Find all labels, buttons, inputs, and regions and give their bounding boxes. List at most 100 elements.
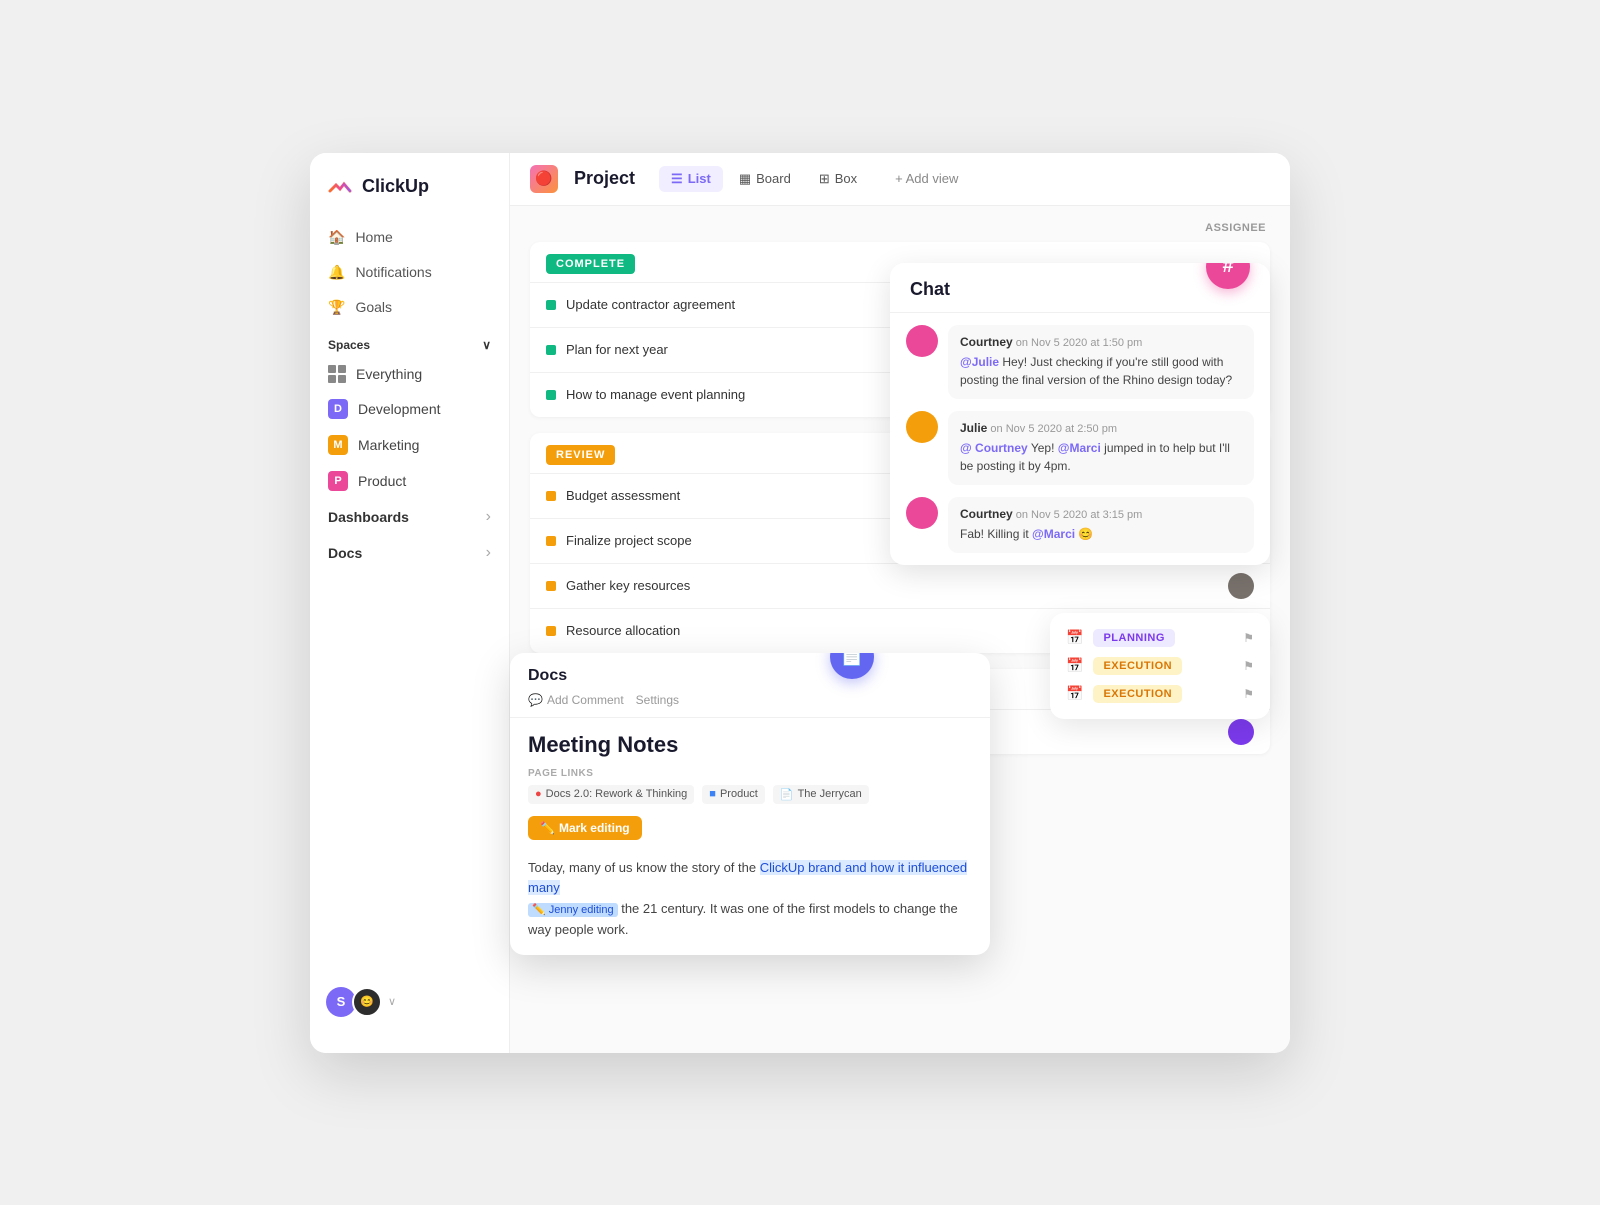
spaces-chevron-icon[interactable]: ∨ — [482, 338, 491, 352]
product-badge: P — [328, 471, 348, 491]
box-icon: ⊞ — [819, 171, 830, 187]
mark-editing-button[interactable]: ✏️ Mark editing — [528, 816, 642, 840]
task-status-dot — [546, 536, 556, 546]
doc-text: Today, many of us know the story of the … — [528, 858, 972, 941]
sidebar-item-docs[interactable]: Docs › — [318, 536, 501, 570]
topbar: 🔴 Project ☰ List ▦ Board ⊞ Box + Add vie… — [510, 153, 1290, 206]
list-item: 📅 PLANNING ⚑ — [1066, 629, 1254, 647]
page-link-jerrycan[interactable]: 📄 The Jerrycan — [773, 785, 869, 804]
logo-area: ClickUp — [310, 173, 509, 221]
project-title: Project — [574, 168, 635, 189]
task-meta — [1228, 573, 1254, 599]
jenny-editing-badge: ✏️ Jenny editing — [528, 903, 618, 917]
flag-icon: ⚑ — [1243, 687, 1254, 701]
add-comment-button[interactable]: 💬 Add Comment — [528, 693, 624, 707]
chat-text: Fab! Killing it @Marci 😊 — [960, 525, 1242, 543]
chat-text: @ Courtney Yep! @Marci jumped in to help… — [960, 439, 1242, 475]
sprint-badge: EXECUTION — [1093, 657, 1182, 675]
docs-header: Docs 💬 Add Comment Settings — [510, 653, 990, 718]
list-item: Courtney on Nov 5 2020 at 3:15 pm Fab! K… — [906, 497, 1254, 553]
home-icon: 🏠 — [328, 229, 345, 246]
avatar — [1228, 719, 1254, 745]
flag-icon: ⚑ — [1243, 659, 1254, 673]
list-item: Julie on Nov 5 2020 at 2:50 pm @ Courtne… — [906, 411, 1254, 485]
pencil-icon: ✏️ — [540, 821, 555, 835]
chat-meta: Courtney on Nov 5 2020 at 1:50 pm — [960, 335, 1242, 349]
task-status-dot — [546, 345, 556, 355]
sidebar-item-product[interactable]: P Product — [318, 464, 501, 498]
document-icon: 📄 — [841, 653, 863, 668]
user-avatar-dark[interactable]: 😊 — [352, 987, 382, 1017]
calendar-icon: 📅 — [1066, 685, 1083, 702]
sidebar-item-goals[interactable]: 🏆 Goals — [318, 291, 501, 324]
meeting-notes-title: Meeting Notes — [528, 732, 972, 758]
chat-avatar — [906, 325, 938, 357]
chat-bubble: Julie on Nov 5 2020 at 2:50 pm @ Courtne… — [948, 411, 1254, 485]
app-name: ClickUp — [362, 176, 429, 197]
sprint-badge: PLANNING — [1093, 629, 1174, 647]
chat-meta: Julie on Nov 5 2020 at 2:50 pm — [960, 421, 1242, 435]
docs-title: Docs — [528, 667, 567, 685]
spaces-header: Spaces ∨ — [310, 326, 509, 358]
sidebar-item-dashboards[interactable]: Dashboards › — [318, 500, 501, 534]
table-row[interactable]: Gather key resources — [530, 563, 1270, 608]
page-link-docs[interactable]: ● Docs 2.0: Rework & Thinking — [528, 785, 694, 804]
complete-label: COMPLETE — [546, 254, 635, 274]
clickup-logo-icon — [326, 173, 354, 201]
calendar-icon: 📅 — [1066, 629, 1083, 646]
task-status-dot — [546, 491, 556, 501]
avatar — [1228, 573, 1254, 599]
project-icon: 🔴 — [530, 165, 558, 193]
chat-bubble: Courtney on Nov 5 2020 at 3:15 pm Fab! K… — [948, 497, 1254, 553]
tab-list[interactable]: ☰ List — [659, 166, 723, 192]
calendar-icon: 📅 — [1066, 657, 1083, 674]
task-status-dot — [546, 626, 556, 636]
sidebar-item-everything[interactable]: Everything — [318, 358, 501, 390]
sidebar-footer: S 😊 ∨ — [310, 971, 509, 1033]
docs-panel: 📄 Docs 💬 Add Comment Settings Meetin — [510, 653, 990, 955]
task-status-dot — [546, 390, 556, 400]
sidebar-item-home[interactable]: 🏠 Home — [318, 221, 501, 254]
comment-icon: 💬 — [528, 693, 543, 707]
flag-icon: ⚑ — [1243, 631, 1254, 645]
page-link-product[interactable]: ■ Product — [702, 785, 765, 804]
task-status-dot — [546, 581, 556, 591]
sprint-panel: 📅 PLANNING ⚑ 📅 EXECUTION ⚑ 📅 EXECUTION ⚑ — [1050, 613, 1270, 719]
add-view-button[interactable]: + Add view — [885, 166, 968, 191]
tab-box[interactable]: ⊞ Box — [807, 166, 869, 192]
development-badge: D — [328, 399, 348, 419]
assignee-header: ASSIGNEE — [530, 222, 1270, 234]
app-container: ClickUp 🏠 Home 🔔 Notifications 🏆 Goals S… — [310, 153, 1290, 1053]
settings-button[interactable]: Settings — [636, 693, 679, 707]
grid-icon — [328, 365, 346, 383]
chat-panel: # Chat Courtney on Nov 5 2020 at 1:50 pm… — [890, 263, 1270, 565]
sidebar: ClickUp 🏠 Home 🔔 Notifications 🏆 Goals S… — [310, 153, 510, 1053]
docs-actions: 💬 Add Comment Settings — [528, 693, 972, 707]
list-item: Courtney on Nov 5 2020 at 1:50 pm @Julie… — [906, 325, 1254, 399]
tab-board[interactable]: ▦ Board — [727, 166, 803, 192]
sidebar-navigation: 🏠 Home 🔔 Notifications 🏆 Goals — [310, 221, 509, 326]
link-dot-icon: ■ — [709, 788, 716, 800]
dashboards-chevron-icon: › — [486, 508, 491, 526]
view-tabs: ☰ List ▦ Board ⊞ Box — [659, 166, 869, 192]
user-menu-chevron[interactable]: ∨ — [388, 995, 396, 1008]
board-icon: ▦ — [739, 171, 751, 187]
task-meta — [1228, 719, 1254, 745]
chat-meta: Courtney on Nov 5 2020 at 3:15 pm — [960, 507, 1242, 521]
chat-avatar — [906, 497, 938, 529]
task-status-dot — [546, 300, 556, 310]
list-item: 📅 EXECUTION ⚑ — [1066, 657, 1254, 675]
chat-bubble: Courtney on Nov 5 2020 at 1:50 pm @Julie… — [948, 325, 1254, 399]
goals-icon: 🏆 — [328, 299, 345, 316]
bell-icon: 🔔 — [328, 264, 345, 281]
sidebar-item-notifications[interactable]: 🔔 Notifications — [318, 256, 501, 289]
chat-avatar — [906, 411, 938, 443]
list-icon: ☰ — [671, 171, 683, 187]
link-doc-icon: 📄 — [780, 788, 794, 801]
marketing-badge: M — [328, 435, 348, 455]
page-links: ● Docs 2.0: Rework & Thinking ■ Product … — [528, 785, 972, 804]
sidebar-item-marketing[interactable]: M Marketing — [318, 428, 501, 462]
sidebar-item-development[interactable]: D Development — [318, 392, 501, 426]
sprint-badge: EXECUTION — [1093, 685, 1182, 703]
link-dot-icon: ● — [535, 788, 542, 800]
